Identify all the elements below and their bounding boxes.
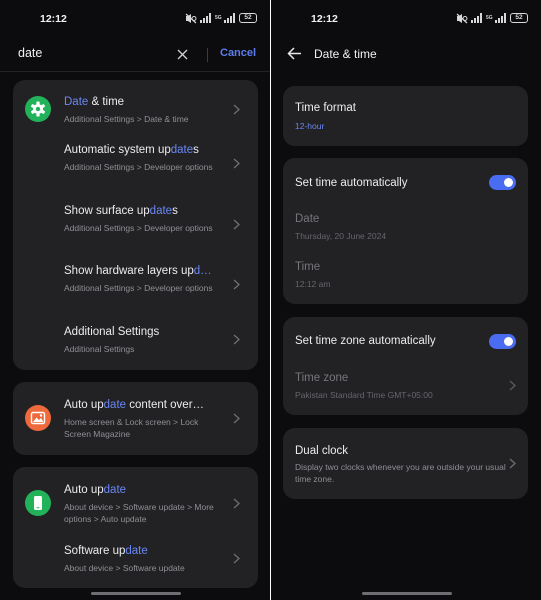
chevron-right-icon	[233, 104, 240, 115]
search-bar: Cancel	[0, 38, 270, 72]
result-auto-update[interactable]: Auto update About device > Software upda…	[13, 484, 258, 534]
time-format-label: Time format	[295, 102, 356, 114]
time-format-row[interactable]: Time format 12-hour	[283, 102, 528, 132]
status-bar: 12:12 5G 52	[271, 0, 541, 38]
time-zone-row: Time zone Pakistan Standard Time GMT+05:…	[283, 372, 528, 402]
result-automatic-system-updates[interactable]: Automatic system updates Additional Sett…	[13, 144, 258, 194]
time-value: 12:12 am	[295, 279, 331, 289]
toggle-knob	[504, 337, 513, 346]
date-label: Date	[295, 213, 320, 225]
dual-clock-label: Dual clock	[295, 445, 349, 457]
clear-icon[interactable]	[176, 48, 189, 61]
result-software-update[interactable]: Software update About device > Software …	[13, 545, 258, 581]
dual-clock-description: Display two clocks whenever you are outs…	[295, 462, 506, 484]
cancel-button[interactable]: Cancel	[220, 47, 256, 59]
result-title: Software update	[64, 545, 148, 557]
network-type: 5G	[486, 14, 493, 21]
home-indicator[interactable]	[91, 592, 181, 595]
result-date-time[interactable]: Date & time Additional Settings > Date &…	[13, 96, 258, 136]
results-card-lock-screen: Auto update content over… Home screen & …	[13, 382, 258, 455]
result-title: Automatic system updates	[64, 144, 199, 156]
app-bar: Date & time	[271, 38, 541, 70]
set-time-zone-automatically-row: Set time zone automatically	[283, 334, 528, 353]
date-row: Date Thursday, 20 June 2024	[283, 213, 528, 243]
battery-icon: 52	[510, 13, 528, 23]
battery-icon: 52	[239, 13, 257, 23]
mute-icon	[185, 13, 197, 23]
set-time-zone-automatically-label: Set time zone automatically	[295, 335, 436, 347]
about-device-app-icon	[25, 490, 51, 516]
status-icons: 5G 52	[185, 12, 257, 24]
status-time: 12:12	[40, 13, 67, 25]
image-icon	[30, 411, 46, 425]
chevron-right-icon	[233, 158, 240, 169]
result-show-surface-updates[interactable]: Show surface updates Additional Settings…	[13, 205, 258, 255]
search-divider	[207, 48, 208, 62]
time-zone-card: Set time zone automatically Time zone Pa…	[283, 317, 528, 415]
status-bar: 12:12 5G 52	[0, 0, 270, 38]
time-settings-card: Set time automatically Date Thursday, 20…	[283, 158, 528, 304]
result-title: Show hardware layers upd…	[64, 265, 212, 277]
status-time: 12:12	[311, 13, 338, 25]
search-results-screen: 12:12 5G 52 Cancel	[0, 0, 270, 600]
result-additional-settings[interactable]: Additional Settings Additional Settings	[13, 326, 258, 362]
page-title: Date & time	[314, 47, 377, 61]
result-subtitle: Additional Settings > Date & time	[64, 114, 189, 124]
time-zone-value: Pakistan Standard Time GMT+05:00	[295, 390, 433, 400]
time-label: Time	[295, 261, 321, 273]
results-card-software-update: Auto update About device > Software upda…	[13, 467, 258, 588]
date-time-screen: 12:12 5G 52 Date & time Time format 12-h…	[271, 0, 541, 600]
back-arrow-icon[interactable]	[287, 47, 302, 60]
chevron-right-icon	[233, 334, 240, 345]
set-time-automatically-toggle[interactable]	[489, 175, 516, 190]
chevron-right-icon	[233, 413, 240, 424]
home-indicator[interactable]	[362, 592, 452, 595]
result-title: Auto update	[64, 484, 127, 496]
chevron-right-icon	[233, 498, 240, 509]
search-underline	[0, 71, 270, 72]
chevron-right-icon	[509, 380, 516, 391]
result-title: Date & time	[64, 96, 125, 108]
settings-app-icon	[25, 96, 51, 122]
wallpaper-app-icon	[25, 405, 51, 431]
chevron-right-icon	[233, 279, 240, 290]
dual-clock-card: Dual clock Display two clocks whenever y…	[283, 428, 528, 499]
chevron-right-icon	[233, 553, 240, 564]
time-zone-label: Time zone	[295, 372, 349, 384]
phone-icon	[34, 496, 42, 510]
result-subtitle: Additional Settings > Developer options	[64, 162, 213, 172]
set-time-zone-automatically-toggle[interactable]	[489, 334, 516, 349]
result-subtitle: About device > Software update > More op…	[64, 502, 214, 524]
time-format-card: Time format 12-hour	[283, 86, 528, 146]
result-title: Additional Settings	[64, 326, 160, 338]
mute-icon	[456, 13, 468, 23]
dual-clock-row[interactable]: Dual clock Display two clocks whenever y…	[283, 445, 528, 489]
set-time-automatically-label: Set time automatically	[295, 177, 408, 189]
gear-icon	[30, 101, 46, 117]
chevron-right-icon	[233, 219, 240, 230]
signal-icon-2	[224, 13, 235, 23]
result-subtitle: Additional Settings > Developer options	[64, 283, 213, 293]
chevron-right-icon	[509, 458, 516, 469]
date-value: Thursday, 20 June 2024	[295, 231, 387, 241]
search-input[interactable]	[18, 46, 168, 60]
toggle-knob	[504, 178, 513, 187]
network-type: 5G	[215, 14, 222, 21]
time-row: Time 12:12 am	[283, 261, 528, 291]
result-auto-update-content[interactable]: Auto update content over… Home screen & …	[13, 399, 258, 449]
result-subtitle: Additional Settings	[64, 344, 135, 354]
status-icons: 5G 52	[456, 12, 528, 24]
signal-icon-2	[495, 13, 506, 23]
signal-icon	[471, 13, 482, 23]
set-time-automatically-row: Set time automatically	[283, 175, 528, 195]
time-format-value: 12-hour	[295, 121, 325, 131]
result-subtitle: Home screen & Lock screen > Lock Screen …	[64, 417, 199, 439]
result-title: Auto update content over…	[64, 399, 205, 411]
result-title: Show surface updates	[64, 205, 178, 217]
result-show-hardware-layers-updates[interactable]: Show hardware layers upd… Additional Set…	[13, 265, 258, 315]
result-subtitle: About device > Software update	[64, 563, 185, 573]
result-subtitle: Additional Settings > Developer options	[64, 223, 213, 233]
signal-icon	[200, 13, 211, 23]
results-card-settings: Date & time Additional Settings > Date &…	[13, 80, 258, 370]
